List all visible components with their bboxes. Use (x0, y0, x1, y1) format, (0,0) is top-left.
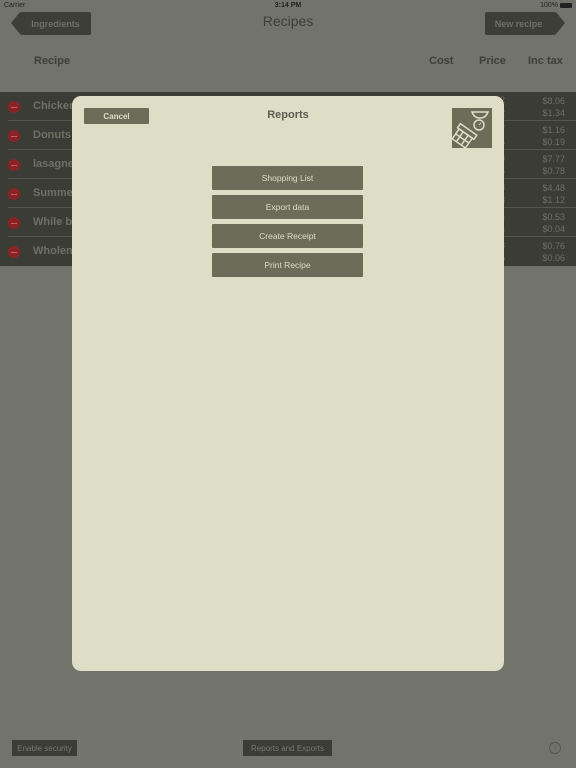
inc-tax-value: $7.77 (542, 154, 565, 164)
inc-tax-value: $1.16 (542, 125, 565, 135)
inc-tax-value: $1.12 (542, 195, 565, 205)
recipe-name: lasagne (33, 158, 74, 170)
delete-icon[interactable] (8, 101, 20, 113)
inc-tax-value: $8.06 (542, 96, 565, 106)
recipe-name: Chicken (33, 100, 76, 112)
delete-icon[interactable] (8, 130, 20, 142)
column-header-inc-tax: Inc tax (528, 55, 563, 67)
inc-tax-value: $0.76 (542, 241, 565, 251)
inc-tax-value: $0.04 (542, 224, 565, 234)
delete-icon[interactable] (8, 217, 20, 229)
reports-and-exports-button[interactable]: Reports and Exports (243, 740, 332, 756)
battery-icon (560, 3, 572, 8)
reports-modal: Cancel Reports Shopping List Export data… (72, 96, 504, 671)
inc-tax-value: $0.19 (542, 137, 565, 147)
delete-icon[interactable] (8, 159, 20, 171)
column-header-recipe: Recipe (34, 55, 71, 67)
modal-title: Reports (267, 109, 309, 121)
battery-indicator: 100% (540, 2, 572, 9)
inc-tax-value: $0.06 (542, 253, 565, 263)
delete-icon[interactable] (8, 246, 20, 258)
export-data-button[interactable]: Export data (212, 195, 363, 219)
inc-tax-value: $1.34 (542, 108, 565, 118)
battery-percent: 100% (540, 2, 558, 9)
create-receipt-button[interactable]: Create Receipt (212, 224, 363, 248)
clock: 3:14 PM (274, 2, 302, 9)
recipe-name: Wholen (33, 245, 73, 257)
shopping-list-button[interactable]: Shopping List (212, 166, 363, 190)
delete-icon[interactable] (8, 188, 20, 200)
recipe-name: Donuts (33, 129, 71, 141)
status-bar: Carrier 3:14 PM 100% (0, 0, 576, 12)
enable-security-button[interactable]: Enable security (12, 740, 77, 756)
inc-tax-value: $4.48 (542, 183, 565, 193)
column-header-price: Price (479, 55, 506, 67)
print-recipe-button[interactable]: Print Recipe (212, 253, 363, 277)
new-recipe-button[interactable]: New recipe (485, 12, 565, 35)
column-header-cost: Cost (429, 55, 454, 67)
info-icon[interactable]: i (549, 742, 561, 754)
recipe-name: While b (33, 216, 73, 228)
inc-tax-value: $0.78 (542, 166, 565, 176)
kitchen-scale-logo-icon (451, 108, 492, 150)
recipe-name: Summe (33, 187, 73, 199)
inc-tax-value: $0.53 (542, 212, 565, 222)
